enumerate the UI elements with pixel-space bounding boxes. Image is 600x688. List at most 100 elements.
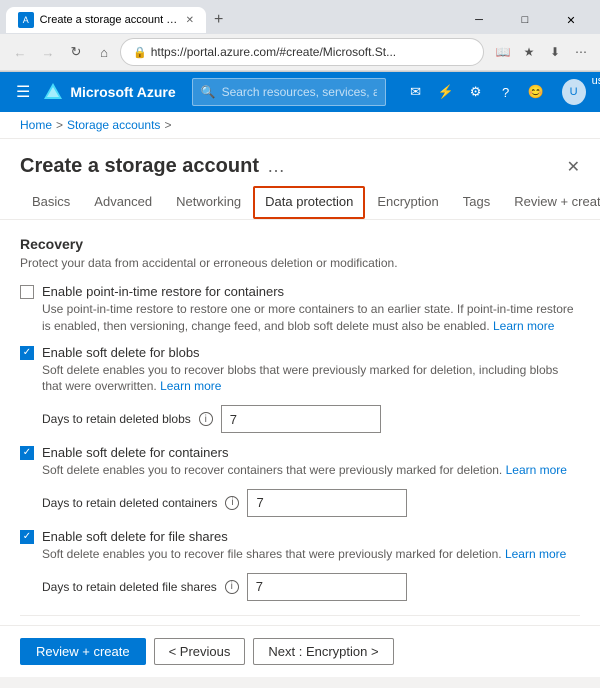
search-icon: 🔍	[201, 85, 216, 99]
next-button[interactable]: Next : Encryption >	[253, 638, 393, 665]
azure-logo-text: Microsoft Azure	[70, 84, 175, 100]
azure-logo: Microsoft Azure	[42, 81, 175, 103]
containers-retain-field-row: Days to retain deleted containers i	[42, 489, 580, 517]
blobs-retain-label: Days to retain deleted blobs	[42, 412, 191, 426]
browser-tab[interactable]: A Create a storage account - Micr... ✕	[6, 7, 206, 33]
new-tab-button[interactable]: +	[210, 11, 227, 29]
browser-chrome: A Create a storage account - Micr... ✕ +…	[0, 0, 600, 72]
tab-basics[interactable]: Basics	[20, 186, 82, 219]
point-in-time-content: Enable point-in-time restore for contain…	[42, 284, 580, 335]
user-name: user@contoso.com	[590, 75, 600, 87]
reading-view-icon[interactable]: 📖	[492, 41, 514, 63]
content-wrapper: Create a storage account … ✕ Basics Adva…	[0, 139, 600, 677]
back-button[interactable]: ←	[8, 40, 32, 64]
user-info[interactable]: U user@contoso.com DEFAULT DIRECTORY	[558, 75, 600, 109]
point-in-time-row: Enable point-in-time restore for contain…	[20, 284, 580, 335]
blobs-retain-field-row: Days to retain deleted blobs i	[42, 405, 580, 433]
containers-retain-input[interactable]	[247, 489, 407, 517]
azure-header: ☰ Microsoft Azure 🔍 ✉ ⚡ ⚙ ? 😊 U user@con…	[0, 72, 600, 112]
soft-delete-blobs-learn-more[interactable]: Learn more	[160, 379, 221, 393]
point-in-time-group: Enable point-in-time restore for contain…	[20, 284, 580, 335]
previous-button[interactable]: < Previous	[154, 638, 246, 665]
minimize-button[interactable]: ─	[456, 6, 502, 34]
file-shares-retain-info-icon[interactable]: i	[225, 580, 239, 594]
review-create-button[interactable]: Review + create	[20, 638, 146, 665]
soft-delete-containers-learn-more[interactable]: Learn more	[506, 463, 567, 477]
user-directory: DEFAULT DIRECTORY	[590, 87, 600, 109]
point-in-time-checkbox[interactable]	[20, 285, 34, 299]
containers-retain-label: Days to retain deleted containers	[42, 496, 217, 510]
recovery-title: Recovery	[20, 236, 580, 252]
blobs-retain-input[interactable]	[221, 405, 381, 433]
tab-favicon: A	[18, 12, 34, 28]
tab-advanced[interactable]: Advanced	[82, 186, 164, 219]
soft-delete-blobs-group: Enable soft delete for blobs Soft delete…	[20, 345, 580, 434]
refresh-button[interactable]: ↻	[64, 40, 88, 64]
soft-delete-file-shares-label: Enable soft delete for file shares	[42, 529, 566, 544]
recovery-desc: Protect your data from accidental or err…	[20, 256, 580, 270]
tab-encryption[interactable]: Encryption	[365, 186, 450, 219]
form-content: Recovery Protect your data from accident…	[0, 220, 600, 677]
soft-delete-file-shares-row: Enable soft delete for file shares Soft …	[20, 529, 580, 563]
soft-delete-blobs-content: Enable soft delete for blobs Soft delete…	[42, 345, 580, 396]
soft-delete-containers-group: Enable soft delete for containers Soft d…	[20, 445, 580, 517]
cloud-shell-icon[interactable]: ⚡	[432, 78, 460, 106]
tab-tags[interactable]: Tags	[451, 186, 502, 219]
home-button[interactable]: ⌂	[92, 40, 116, 64]
tab-networking[interactable]: Networking	[164, 186, 253, 219]
soft-delete-file-shares-checkbox[interactable]	[20, 530, 34, 544]
soft-delete-file-shares-content: Enable soft delete for file shares Soft …	[42, 529, 566, 563]
breadcrumb: Home > Storage accounts >	[0, 112, 600, 139]
soft-delete-blobs-row: Enable soft delete for blobs Soft delete…	[20, 345, 580, 396]
breadcrumb-storage[interactable]: Storage accounts	[67, 118, 160, 132]
breadcrumb-sep-2: >	[164, 118, 171, 132]
file-shares-retain-field-row: Days to retain deleted file shares i	[42, 573, 580, 601]
soft-delete-blobs-label: Enable soft delete for blobs	[42, 345, 580, 360]
soft-delete-containers-checkbox[interactable]	[20, 446, 34, 460]
breadcrumb-sep-1: >	[56, 118, 63, 132]
point-in-time-learn-more[interactable]: Learn more	[493, 319, 554, 333]
tab-close-icon[interactable]: ✕	[186, 15, 194, 26]
soft-delete-file-shares-group: Enable soft delete for file shares Soft …	[20, 529, 580, 601]
file-shares-retain-label: Days to retain deleted file shares	[42, 580, 217, 594]
directory-icon[interactable]: ⚙	[462, 78, 490, 106]
favorites-icon[interactable]: ★	[518, 41, 540, 63]
feedback-icon[interactable]: 😊	[522, 78, 550, 106]
tab-review-create[interactable]: Review + create	[502, 186, 600, 219]
soft-delete-containers-label: Enable soft delete for containers	[42, 445, 567, 460]
point-in-time-label: Enable point-in-time restore for contain…	[42, 284, 580, 299]
restore-button[interactable]: □	[502, 6, 548, 34]
close-panel-button[interactable]: ✕	[567, 157, 580, 177]
nav-bar: ← → ↻ ⌂ 🔒 https://portal.azure.com/#crea…	[0, 34, 600, 71]
azure-search-box[interactable]: 🔍	[192, 78, 386, 106]
soft-delete-containers-row: Enable soft delete for containers Soft d…	[20, 445, 580, 479]
header-icons: ✉ ⚡ ⚙ ? 😊	[402, 78, 550, 106]
user-text: user@contoso.com DEFAULT DIRECTORY	[590, 75, 600, 109]
soft-delete-file-shares-learn-more[interactable]: Learn more	[505, 547, 566, 561]
page-menu-button[interactable]: …	[267, 156, 285, 177]
soft-delete-blobs-checkbox[interactable]	[20, 346, 34, 360]
hamburger-menu-button[interactable]: ☰	[12, 78, 34, 106]
section-divider-1	[20, 615, 580, 616]
help-icon[interactable]: ?	[492, 78, 520, 106]
close-button[interactable]: ✕	[548, 6, 594, 34]
settings-icon[interactable]: ⋯	[570, 41, 592, 63]
tab-data-protection[interactable]: Data protection	[253, 186, 365, 219]
soft-delete-containers-desc: Soft delete enables you to recover conta…	[42, 462, 567, 479]
tab-title: Create a storage account - Micr...	[40, 14, 180, 26]
notifications-icon[interactable]: ✉	[402, 78, 430, 106]
downloads-icon[interactable]: ⬇	[544, 41, 566, 63]
file-shares-retain-input[interactable]	[247, 573, 407, 601]
address-text: https://portal.azure.com/#create/Microso…	[151, 45, 471, 59]
lock-icon: 🔒	[133, 46, 147, 59]
blobs-retain-info-icon[interactable]: i	[199, 412, 213, 426]
nav-icons: 📖 ★ ⬇ ⋯	[492, 41, 592, 63]
soft-delete-containers-content: Enable soft delete for containers Soft d…	[42, 445, 567, 479]
tabs: Basics Advanced Networking Data protecti…	[0, 186, 600, 220]
bottom-bar: Review + create < Previous Next : Encryp…	[0, 625, 600, 677]
breadcrumb-home[interactable]: Home	[20, 118, 52, 132]
forward-button[interactable]: →	[36, 40, 60, 64]
containers-retain-info-icon[interactable]: i	[225, 496, 239, 510]
address-bar[interactable]: 🔒 https://portal.azure.com/#create/Micro…	[120, 38, 484, 66]
search-input[interactable]	[222, 85, 377, 99]
